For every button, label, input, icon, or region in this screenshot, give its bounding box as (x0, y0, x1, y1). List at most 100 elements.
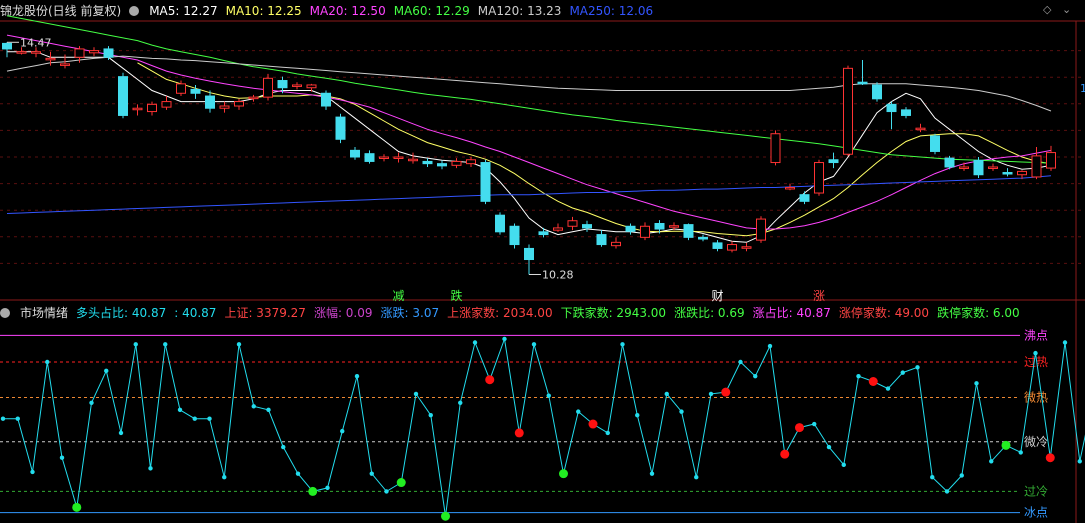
sentiment-point (767, 343, 773, 349)
level-label-4: 过冷 (1024, 484, 1048, 498)
sentiment-point (413, 391, 419, 397)
event-marker-1: 跌 (450, 288, 462, 303)
sentiment-point (354, 373, 360, 379)
sentiment-point (428, 412, 433, 418)
sentiment-point (251, 404, 256, 409)
candle-body (683, 224, 694, 238)
candle-body (553, 227, 563, 231)
sentiment-point (0, 416, 6, 421)
candle-body (103, 48, 114, 58)
event-marker-3: 涨 (813, 288, 825, 303)
overheat-dot (780, 449, 790, 459)
candle-body (219, 105, 230, 109)
candle-body (712, 242, 723, 249)
candle-body (263, 77, 273, 98)
candle-body (364, 153, 375, 162)
candle-body (234, 101, 244, 107)
candle-body (495, 214, 505, 233)
event-marker-2: 财 (711, 289, 723, 303)
sentiment-point (531, 342, 537, 347)
sentiment-point (841, 462, 846, 468)
high-label: 14.47 (20, 36, 52, 49)
overheat-dot (485, 375, 495, 385)
candle-body (466, 159, 476, 165)
candle-body (350, 149, 360, 158)
low-label: 10.28 (542, 268, 574, 281)
candle-body (1046, 152, 1056, 169)
candle-body (988, 166, 998, 169)
candle-body (248, 96, 259, 100)
candle-body (596, 234, 607, 246)
candle-body (828, 159, 839, 164)
candle-body (437, 163, 447, 167)
candle-body (625, 225, 636, 232)
candle-body (930, 135, 940, 152)
candle-body (306, 84, 317, 89)
ma-line-ma5 (7, 51, 1052, 243)
ma-line-ma250 (6, 175, 1052, 214)
candle-body (843, 67, 853, 155)
sentiment-point (118, 430, 124, 436)
sentiment-point (133, 342, 138, 347)
candle-body (582, 224, 592, 229)
overheat-dot (588, 419, 598, 429)
sentiment-point (472, 340, 478, 345)
candle-body (509, 225, 520, 246)
sentiment-point (207, 416, 212, 421)
sentiment-point (944, 489, 950, 494)
chart-canvas[interactable]: 114.4710.28减跌财涨沸点过热微热微冷过冷冰点 (0, 0, 1085, 523)
sentiment-point (679, 409, 684, 414)
candle-body (973, 159, 984, 176)
candle-body (640, 225, 650, 238)
candle-body (176, 83, 186, 94)
candle-body (335, 116, 346, 140)
sentiment-point (856, 373, 861, 379)
sentiment-line (3, 338, 1085, 517)
candle-body (770, 133, 781, 164)
sentiment-point (163, 342, 168, 347)
candle-body (524, 247, 534, 261)
candle-body (190, 88, 201, 94)
sentiment-point (694, 475, 699, 480)
sentiment-point (148, 466, 153, 471)
candle-body (741, 246, 752, 249)
sentiment-point (502, 336, 507, 342)
sentiment-point (236, 342, 242, 347)
candle-body (886, 103, 897, 113)
candle-body (451, 160, 462, 166)
sentiment-point (989, 459, 994, 464)
overheat-dot (795, 423, 804, 433)
sentiment-point (89, 400, 94, 405)
candle-body (669, 225, 679, 228)
oversold-dot (72, 502, 82, 512)
sentiment-point (384, 489, 389, 494)
sentiment-point (1077, 459, 1082, 464)
candle-body (408, 158, 418, 162)
overheat-dot (721, 387, 731, 397)
candle-body (915, 127, 926, 131)
sentiment-point (635, 412, 640, 418)
candle-body (379, 156, 389, 159)
ma-line-ma60 (6, 15, 1052, 164)
overheat-dot (868, 377, 878, 386)
candle-body (161, 101, 172, 108)
sentiment-point (930, 475, 935, 480)
oversold-dot (559, 469, 568, 479)
candle-body (132, 107, 143, 111)
candle-body (31, 51, 41, 54)
sentiment-point (1033, 350, 1038, 356)
candle-body (89, 50, 99, 54)
sentiment-point (649, 471, 655, 476)
sentiment-point (959, 473, 964, 478)
sentiment-point (605, 430, 610, 436)
sentiment-point (59, 455, 65, 460)
candle-body (74, 48, 85, 58)
candle-body (422, 160, 433, 165)
overheat-dot (514, 428, 524, 438)
sentiment-point (664, 391, 669, 397)
level-label-5: 冰点 (1024, 506, 1048, 520)
oversold-dot (1001, 440, 1011, 450)
sentiment-point (369, 471, 374, 476)
sentiment-point (974, 381, 979, 386)
sentiment-point (915, 365, 920, 370)
